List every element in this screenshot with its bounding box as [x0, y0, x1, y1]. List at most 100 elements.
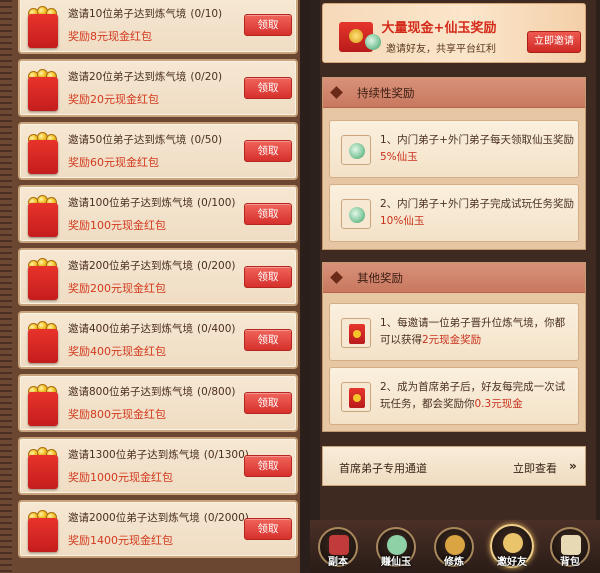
reward-text: 2、内门弟子+外门弟子完成试玩任务奖励10%仙玉: [380, 198, 574, 227]
task-progress: (0/2000): [203, 512, 249, 524]
task-progress: (0/1300): [203, 449, 249, 461]
task-title: 邀请50位弟子达到炼气境 (0/50): [68, 134, 223, 146]
nav-earn-jade[interactable]: 赚仙玉: [376, 527, 416, 568]
task-title: 邀请20位弟子达到炼气境 (0/20): [68, 71, 223, 83]
reward-item: 1、内门弟子+外门弟子每天领取仙玉奖励5%仙玉: [329, 120, 579, 178]
diamond-icon: [330, 86, 343, 99]
task-title: 邀请1300位弟子达到炼气境 (0/1300): [68, 449, 249, 461]
continuous-rewards-section: 持续性奖励 1、内门弟子+外门弟子每天领取仙玉奖励5%仙玉 2、内门弟子+外门弟…: [322, 77, 586, 250]
claim-button[interactable]: 领取: [244, 518, 292, 540]
task-progress: (0/50): [190, 134, 223, 146]
jade-icon: [387, 535, 407, 555]
task-card: 邀请20位弟子达到炼气境 (0/20) 奖励20元现金红包 领取: [18, 59, 298, 117]
nav-label: 赚仙玉: [381, 557, 411, 568]
task-reward: 奖励8元现金红包: [68, 30, 152, 43]
invite-banner: 大量现金+仙玉奖励 邀请好友，共享平台红利 立即邀请: [322, 3, 586, 63]
task-title: 邀请10位弟子达到炼气境 (0/10): [68, 8, 223, 20]
red-packet-icon: [26, 130, 62, 176]
section-header: 持续性奖励: [323, 78, 585, 108]
task-progress: (0/200): [197, 260, 236, 272]
nav-label: 背包: [560, 557, 580, 568]
claim-button[interactable]: 领取: [244, 392, 292, 414]
task-reward: 奖励400元现金红包: [68, 345, 166, 358]
banner-title: 大量现金+仙玉奖励: [381, 21, 497, 36]
task-progress: (0/400): [197, 323, 236, 335]
panel-divider: [300, 0, 310, 573]
jade-icon: [341, 199, 371, 229]
task-reward: 奖励1400元现金红包: [68, 534, 173, 547]
task-title: 邀请400位弟子达到炼气境 (0/400): [68, 323, 236, 335]
task-reward: 奖励800元现金红包: [68, 408, 166, 421]
task-list[interactable]: 邀请10位弟子达到炼气境 (0/10) 奖励8元现金红包 领取 邀请20位弟子达到…: [18, 0, 298, 563]
reward-item: 2、成为首席弟子后，好友每完成一次试玩任务，都会奖励你0.3元现金: [329, 367, 579, 425]
task-card: 邀请200位弟子达到炼气境 (0/200) 奖励200元现金红包 领取: [18, 248, 298, 306]
task-title: 邀请2000位弟子达到炼气境 (0/2000): [68, 512, 249, 524]
task-card: 邀请10位弟子达到炼气境 (0/10) 奖励8元现金红包 领取: [18, 0, 298, 54]
task-card: 邀请400位弟子达到炼气境 (0/400) 奖励400元现金红包 领取: [18, 311, 298, 369]
claim-button[interactable]: 领取: [244, 266, 292, 288]
invite-now-button[interactable]: 立即邀请: [527, 31, 581, 53]
nav-label: 副本: [328, 557, 348, 568]
diamond-icon: [330, 271, 343, 284]
reward-highlight: 10%仙玉: [380, 215, 425, 227]
nav-label: 邀好友: [497, 557, 527, 568]
red-packet-icon: [26, 256, 62, 302]
chief-disciple-channel[interactable]: 首席弟子专用通道 立即查看 »: [322, 446, 586, 486]
task-title: 邀请800位弟子达到炼气境 (0/800): [68, 386, 236, 398]
task-title: 邀请100位弟子达到炼气境 (0/100): [68, 197, 236, 209]
red-packet-icon: [26, 382, 62, 428]
banner-subtitle: 邀请好友，共享平台红利: [386, 44, 496, 55]
panel-border: [0, 0, 12, 573]
task-reward: 奖励200元现金红包: [68, 282, 166, 295]
red-packet-icon: [26, 319, 62, 365]
reward-highlight: 2元现金奖励: [422, 334, 482, 346]
nav-cultivate[interactable]: 修炼: [434, 527, 474, 568]
double-chevron-icon[interactable]: »: [569, 459, 577, 473]
claim-button[interactable]: 领取: [244, 14, 292, 36]
task-progress: (0/100): [197, 197, 236, 209]
nav-invite-friends[interactable]: 邀好友: [490, 524, 534, 568]
task-card: 邀请2000位弟子达到炼气境 (0/2000) 奖励1400元现金红包 领取: [18, 500, 298, 558]
red-packet-icon: [26, 445, 62, 491]
task-card: 邀请1300位弟子达到炼气境 (0/1300) 奖励1000元现金红包 领取: [18, 437, 298, 495]
section-title: 其他奖励: [357, 271, 403, 285]
claim-button[interactable]: 领取: [244, 455, 292, 477]
nav-label: 修炼: [444, 557, 464, 568]
red-packet-icon: [26, 67, 62, 113]
task-reward: 奖励1000元现金红包: [68, 471, 173, 484]
view-now-link[interactable]: 立即查看: [513, 460, 557, 476]
red-packet-icon: [341, 318, 371, 348]
invite-icon: [503, 533, 523, 553]
reward-info-panel: 大量现金+仙玉奖励 邀请好友，共享平台红利 立即邀请 持续性奖励 1、内门弟子+…: [310, 0, 600, 573]
red-packet-icon: [26, 193, 62, 239]
reward-text: 2、成为首席弟子后，好友每完成一次试玩任务，都会奖励你0.3元现金: [380, 381, 566, 410]
other-rewards-section: 其他奖励 1、每邀请一位弟子晋升位炼气境，你都可以获得2元现金奖励 2、成为首席…: [322, 262, 586, 432]
red-packet-icon: [341, 382, 371, 412]
reward-text: 1、内门弟子+外门弟子每天领取仙玉奖励5%仙玉: [380, 134, 574, 163]
task-title: 邀请200位弟子达到炼气境 (0/200): [68, 260, 236, 272]
task-card: 邀请100位弟子达到炼气境 (0/100) 奖励100元现金红包 领取: [18, 185, 298, 243]
chief-channel-label: 首席弟子专用通道: [339, 462, 427, 475]
claim-button[interactable]: 领取: [244, 329, 292, 351]
task-card: 邀请50位弟子达到炼气境 (0/50) 奖励60元现金红包 领取: [18, 122, 298, 180]
nav-bag[interactable]: 背包: [550, 527, 590, 568]
claim-button[interactable]: 领取: [244, 140, 292, 162]
reward-highlight: 0.3元现金: [474, 398, 523, 410]
section-title: 持续性奖励: [357, 86, 415, 100]
task-reward: 奖励60元现金红包: [68, 156, 159, 169]
claim-button[interactable]: 领取: [244, 77, 292, 99]
task-progress: (0/10): [190, 8, 223, 20]
reward-item: 1、每邀请一位弟子晋升位炼气境，你都可以获得2元现金奖励: [329, 303, 579, 361]
task-progress: (0/800): [197, 386, 236, 398]
red-packet-icon: [26, 4, 62, 50]
reward-text: 1、每邀请一位弟子晋升位炼气境，你都可以获得2元现金奖励: [380, 317, 566, 346]
jade-icon: [341, 135, 371, 165]
claim-button[interactable]: 领取: [244, 203, 292, 225]
bottom-nav: 副本 赚仙玉 修炼 邀好友 背包: [310, 520, 600, 573]
nav-dungeon[interactable]: 副本: [318, 527, 358, 568]
task-progress: (0/20): [190, 71, 223, 83]
section-header: 其他奖励: [323, 263, 585, 293]
reward-item: 2、内门弟子+外门弟子完成试玩任务奖励10%仙玉: [329, 184, 579, 242]
bag-icon: [561, 535, 581, 555]
red-packet-icon: [26, 508, 62, 554]
